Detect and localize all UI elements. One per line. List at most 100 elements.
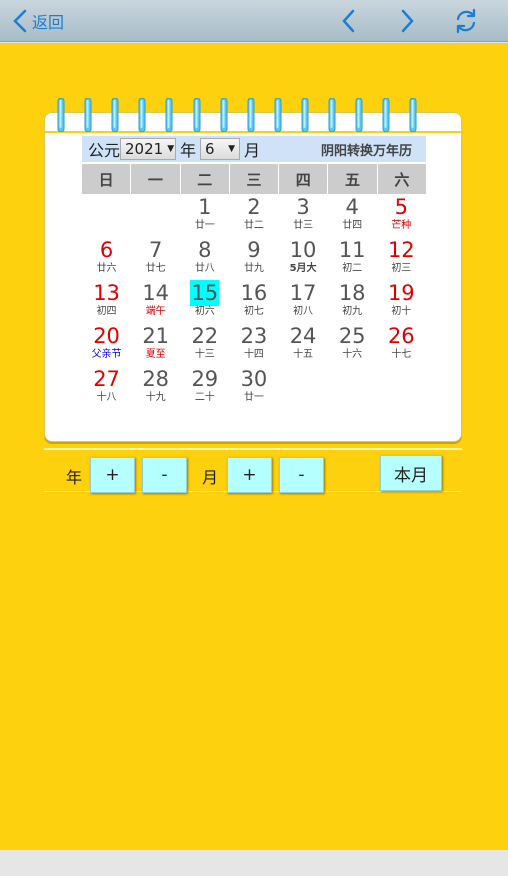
day-number: 13 <box>93 281 120 305</box>
converter-title: 阴阳转换万年历 <box>320 143 412 159</box>
day-cell[interactable]: 30 廿一 <box>229 366 278 409</box>
lunar-date: 初七 <box>243 306 264 317</box>
year-label: 年 <box>180 141 197 160</box>
day-number: 3 <box>296 195 310 219</box>
dropdown-arrow-icon: ▼ <box>167 144 175 154</box>
day-cell[interactable]: 16 初七 <box>229 280 278 323</box>
day-cell[interactable]: 24 十五 <box>279 323 328 366</box>
lunar-date: 5月大 <box>289 263 317 274</box>
lunar-date: 初二 <box>342 263 363 274</box>
day-number: 6 <box>99 238 114 262</box>
back-button[interactable]: 返回 <box>12 8 64 34</box>
weekday-tue: 二 <box>180 164 229 194</box>
day-cell[interactable]: 27 十八 <box>82 366 131 409</box>
day-cell[interactable]: 23 十四 <box>229 323 278 366</box>
day-number: 19 <box>387 281 415 305</box>
day-cell[interactable]: 21 夏至 <box>131 323 180 366</box>
day-number: 14 <box>142 281 170 305</box>
dropdown-arrow-icon: ▼ <box>228 144 236 154</box>
weekday-wed: 三 <box>229 164 279 194</box>
day-cell[interactable]: 28 十九 <box>131 366 180 409</box>
day-number: 4 <box>345 195 359 219</box>
adjust-button-bar: 年 + - 月 + - 本月 <box>44 448 462 493</box>
day-cell[interactable]: 4 廿四 <box>328 194 377 237</box>
day-cell[interactable]: 7 廿七 <box>131 237 180 280</box>
day-number: 5 <box>394 195 408 219</box>
lunar-date: 父亲节 <box>91 349 122 360</box>
next-month-button[interactable] <box>394 8 420 34</box>
current-month-button[interactable]: 本月 <box>380 455 442 491</box>
day-cell[interactable]: 3 廿三 <box>279 194 328 237</box>
date-selector-bar: 公元 2021 ▼ 年 6 ▼ 月 阴阳转换万年历 <box>82 136 426 162</box>
weekday-mon: 一 <box>131 164 180 194</box>
weekday-header: 日 一 二 三 四 五 六 <box>82 164 426 194</box>
day-cell[interactable]: 12 初三 <box>377 237 426 280</box>
day-cell[interactable]: 15 初六 <box>180 280 229 323</box>
spiral-rings <box>56 98 417 134</box>
lunar-date: 廿一 <box>194 220 215 231</box>
prev-month-button[interactable] <box>336 8 362 34</box>
day-cell[interactable]: 25 十六 <box>328 323 377 366</box>
lunar-date: 芒种 <box>391 220 412 231</box>
day-number: 20 <box>93 324 120 348</box>
day-cell[interactable]: 29 二十 <box>180 366 229 409</box>
spiral-ring <box>165 98 173 132</box>
month-select[interactable]: 6 ▼ <box>200 138 241 160</box>
month-value: 6 <box>205 140 215 158</box>
year-minus-button[interactable]: - <box>142 457 187 493</box>
day-cell[interactable]: 18 初九 <box>328 280 377 323</box>
lunar-date: 初四 <box>96 306 117 317</box>
day-number: 12 <box>387 238 415 262</box>
day-number: 1 <box>198 195 212 219</box>
spiral-ring <box>193 98 200 132</box>
day-number: 30 <box>240 367 268 391</box>
year-select[interactable]: 2021 ▼ <box>120 138 177 160</box>
day-cell[interactable]: 10 5月大 <box>279 237 328 280</box>
chevron-right-icon <box>401 9 414 33</box>
day-cell[interactable]: 19 初十 <box>377 280 426 323</box>
day-cell[interactable]: 5 芒种 <box>377 194 426 237</box>
day-cell[interactable]: 17 初八 <box>279 280 328 323</box>
day-cell[interactable]: 9 廿九 <box>229 237 278 280</box>
empty-day-cell <box>82 194 131 237</box>
week-row: 13 初四 14 端午 15 初六 16 初七 17 初八 18 初九 19 初十 <box>82 280 426 323</box>
lunar-date: 十七 <box>391 349 412 360</box>
spiral-ring <box>57 98 65 132</box>
day-cell[interactable]: 14 端午 <box>131 280 180 323</box>
day-number: 10 <box>289 238 317 262</box>
day-number: 23 <box>240 324 268 348</box>
empty-day-cell <box>377 366 426 409</box>
lunar-date: 十四 <box>243 349 264 360</box>
spiral-ring <box>382 98 390 132</box>
day-number: 2 <box>247 195 261 219</box>
month-minus-button[interactable]: - <box>279 457 324 493</box>
spiral-ring <box>111 98 119 132</box>
day-cell[interactable]: 6 廿六 <box>82 237 131 280</box>
day-number: 27 <box>93 367 120 391</box>
calendar-weeks: 1 廿一 2 廿二 3 廿三 4 廿四 5 芒种 6 廿六 7 廿七 8 廿八 9 廿九 10 5月大 11 初二 12 初三… <box>82 194 426 409</box>
day-cell[interactable]: 1 廿一 <box>180 194 229 237</box>
era-label: 公元 <box>88 141 121 160</box>
lunar-date: 初六 <box>194 306 215 317</box>
day-cell[interactable]: 20 父亲节 <box>82 323 131 366</box>
lunar-date: 初三 <box>391 263 412 274</box>
day-number: 26 <box>387 324 415 348</box>
lunar-date: 廿八 <box>194 263 215 274</box>
day-number: 21 <box>142 324 170 348</box>
lunar-date: 十三 <box>194 349 215 360</box>
day-cell[interactable]: 2 廿二 <box>229 194 278 237</box>
day-cell[interactable]: 22 十三 <box>180 323 229 366</box>
spiral-ring <box>138 98 146 132</box>
day-number: 18 <box>338 281 366 305</box>
day-number: 17 <box>289 281 317 305</box>
day-cell[interactable]: 8 廿八 <box>180 237 229 280</box>
month-plus-button[interactable]: + <box>227 457 272 493</box>
lunar-date: 十九 <box>145 392 166 403</box>
year-plus-button[interactable]: + <box>90 457 135 493</box>
day-cell[interactable]: 26 十七 <box>377 323 426 366</box>
top-bar: 返回 <box>0 0 508 42</box>
day-cell[interactable]: 13 初四 <box>82 280 131 323</box>
day-cell[interactable]: 11 初二 <box>328 237 377 280</box>
lunar-date: 端午 <box>145 306 166 317</box>
refresh-button[interactable] <box>453 8 479 34</box>
